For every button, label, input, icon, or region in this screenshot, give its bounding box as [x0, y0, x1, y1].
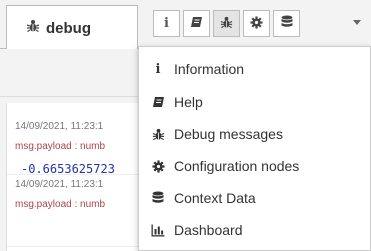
message-value[interactable]: -0.6653625723: [21, 162, 115, 176]
bar-chart-icon: [151, 224, 165, 237]
menu-item-label: Debug messages: [174, 126, 283, 142]
gear-icon: [151, 159, 165, 173]
tab-debug-label: debug: [46, 19, 91, 37]
config-button[interactable]: [243, 10, 270, 37]
menu-item-help[interactable]: Help: [139, 86, 371, 118]
bug-icon: [26, 19, 40, 38]
info-icon: i: [164, 16, 169, 31]
message-timestamp: 14/09/2021, 11:23:1: [15, 179, 104, 190]
context-button[interactable]: [273, 10, 300, 37]
bug-icon: [151, 128, 165, 141]
database-icon: [151, 191, 165, 205]
message-topic: msg.payload : numb: [15, 199, 106, 210]
message-topic: msg.payload : numb: [15, 141, 106, 152]
menu-item-label: Configuration nodes: [174, 158, 300, 174]
menu-item-label: Help: [174, 94, 203, 110]
database-icon: [281, 15, 293, 32]
bug-icon: [220, 16, 233, 32]
menu-item-configuration-nodes[interactable]: Configuration nodes: [139, 150, 371, 182]
sidebar-tab-menu: i Information Help Debug messages Config…: [138, 46, 371, 251]
help-button[interactable]: [183, 10, 210, 37]
gear-icon: [250, 15, 263, 32]
menu-item-label: Dashboard: [174, 222, 243, 238]
menu-item-label: Information: [174, 61, 245, 77]
message-timestamp: 14/09/2021, 11:23:1: [15, 121, 104, 132]
menu-item-context-data[interactable]: Context Data: [139, 182, 371, 214]
info-icon: i: [155, 61, 161, 77]
tab-debug[interactable]: debug: [6, 5, 138, 50]
chevron-down-icon[interactable]: [353, 20, 361, 25]
sidebar-panel: debug i 14/09/2021, 11:23:1 msg.payload …: [0, 0, 371, 251]
menu-item-label: Context Data: [174, 190, 256, 206]
book-icon: [151, 96, 165, 108]
book-icon: [190, 16, 203, 31]
info-button[interactable]: i: [153, 10, 180, 37]
debug-button[interactable]: [213, 10, 240, 37]
menu-item-information[interactable]: i Information: [139, 53, 371, 85]
menu-item-debug-messages[interactable]: Debug messages: [139, 118, 371, 150]
menu-item-dashboard[interactable]: Dashboard: [139, 214, 371, 246]
